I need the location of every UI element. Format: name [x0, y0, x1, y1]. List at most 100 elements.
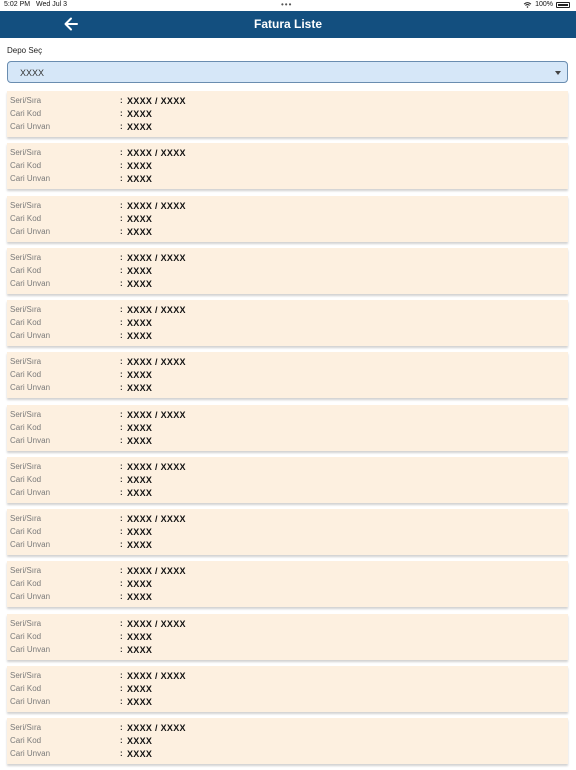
depo-select-value: XXXX	[20, 68, 45, 78]
field-separator: :	[120, 357, 123, 367]
field-separator: :	[120, 514, 123, 523]
invoice-card[interactable]: Seri/Sıra: XXXX / XXXX Cari Kod: XXXX Cari U…	[7, 300, 568, 346]
field-label: Cari Kod	[10, 474, 42, 484]
invoice-card[interactable]: Seri/Sıra: XXXX / XXXX Cari Kod: XXXX Cari U…	[7, 665, 568, 712]
invoice-row-cari-unvan: Cari Unvan: XXXX	[10, 331, 560, 343]
field-value: XXXX / XXXX	[127, 514, 186, 524]
invoice-card[interactable]: Seri/Sıra: XXXX / XXXX Cari Kod: XXXX Cari U…	[7, 718, 568, 764]
field-value: XXXX	[127, 736, 153, 746]
field-separator: :	[120, 200, 123, 210]
invoice-row-seri-sira: Seri/Sıra: XXXX / XXXX	[10, 566, 560, 578]
field-separator: :	[120, 226, 123, 236]
invoice-row-cari-unvan: Cari Unvan: XXXX	[10, 697, 560, 709]
field-separator: :	[120, 540, 123, 549]
invoice-row-cari-unvan: Cari Unvan: XXXX	[10, 749, 560, 761]
field-label: Seri/Sıra	[10, 461, 42, 471]
field-value: XXXX / XXXX	[127, 723, 186, 733]
status-bar: 5:02 PM Wed Jul 3 ••• 100%	[0, 0, 576, 11]
invoice-row-seri-sira: Seri/Sıra: XXXX / XXXX	[10, 96, 560, 108]
field-label: Cari Kod	[10, 109, 42, 118]
invoice-card[interactable]: Seri/Sıra: XXXX / XXXX Cari Kod: XXXX Cari U…	[7, 613, 568, 660]
field-separator: :	[120, 383, 123, 393]
field-separator: :	[120, 487, 123, 497]
invoice-row-cari-unvan: Cari Unvan: XXXX	[10, 122, 560, 134]
field-separator: :	[120, 370, 123, 380]
field-label: Seri/Sıra	[10, 200, 42, 210]
field-separator: :	[120, 461, 123, 471]
invoice-row-cari-kod: Cari Kod: XXXX	[10, 161, 560, 173]
battery-icon	[556, 1, 570, 8]
invoice-card[interactable]: Seri/Sıra: XXXX / XXXX Cari Kod: XXXX Cari U…	[7, 91, 568, 137]
field-separator: :	[120, 252, 123, 262]
field-label: Cari Unvan	[10, 174, 51, 184]
invoice-row-cari-kod: Cari Kod: XXXX	[10, 632, 560, 644]
field-label: Seri/Sıra	[10, 514, 42, 523]
field-separator: :	[120, 618, 123, 628]
multitasking-dots-icon[interactable]: •••	[281, 0, 292, 9]
depo-label: Depo Seç	[7, 46, 43, 55]
invoice-row-cari-kod: Cari Kod: XXXX	[10, 579, 560, 591]
field-value: XXXX	[127, 527, 153, 537]
app-bar: Fatura Liste	[0, 11, 576, 38]
field-label: Cari Unvan	[10, 540, 51, 549]
field-label: Cari Unvan	[10, 331, 51, 340]
field-value: XXXX	[127, 474, 153, 485]
field-label: Cari Unvan	[10, 122, 51, 131]
field-separator: :	[120, 96, 123, 105]
field-separator: :	[120, 696, 123, 706]
invoice-row-seri-sira: Seri/Sıra: XXXX / XXXX	[10, 723, 560, 735]
field-value: XXXX / XXXX	[127, 305, 186, 315]
invoice-card[interactable]: Seri/Sıra: XXXX / XXXX Cari Kod: XXXX Cari U…	[7, 195, 568, 242]
field-value: XXXX / XXXX	[127, 96, 186, 106]
invoice-row-seri-sira: Seri/Sıra: XXXX / XXXX	[10, 148, 560, 160]
field-label: Cari Kod	[10, 736, 42, 745]
field-separator: :	[120, 213, 123, 223]
invoice-row-cari-kod: Cari Kod: XXXX	[10, 318, 560, 330]
invoice-row-seri-sira: Seri/Sıra: XXXX / XXXX	[10, 514, 560, 526]
field-label: Cari Kod	[10, 422, 42, 432]
field-value: XXXX	[127, 592, 153, 603]
invoice-card[interactable]: Seri/Sıra: XXXX / XXXX Cari Kod: XXXX Cari U…	[7, 456, 568, 503]
field-value: XXXX / XXXX	[127, 357, 186, 368]
field-separator: :	[120, 422, 123, 432]
invoice-row-cari-kod: Cari Kod: XXXX	[10, 475, 560, 487]
invoice-card[interactable]: Seri/Sıra: XXXX / XXXX Cari Kod: XXXX Cari U…	[7, 509, 568, 555]
invoice-row-cari-unvan: Cari Unvan: XXXX	[10, 227, 560, 239]
field-separator: :	[120, 736, 123, 745]
invoice-card[interactable]: Seri/Sıra: XXXX / XXXX Cari Kod: XXXX Cari U…	[7, 352, 568, 399]
field-separator: :	[120, 318, 123, 327]
invoice-row-seri-sira: Seri/Sıra: XXXX / XXXX	[10, 671, 560, 683]
field-value: XXXX / XXXX	[127, 252, 186, 263]
invoice-card[interactable]: Seri/Sıra: XXXX / XXXX Cari Kod: XXXX Cari U…	[7, 143, 568, 190]
invoice-row-seri-sira: Seri/Sıra: XXXX / XXXX	[10, 201, 560, 213]
field-value: XXXX	[127, 540, 153, 550]
field-value: XXXX / XXXX	[127, 409, 186, 420]
invoice-card[interactable]: Seri/Sıra: XXXX / XXXX Cari Kod: XXXX Cari U…	[7, 247, 568, 294]
field-value: XXXX	[127, 265, 153, 276]
invoice-row-cari-kod: Cari Kod: XXXX	[10, 266, 560, 278]
field-label: Cari Kod	[10, 579, 42, 589]
field-separator: :	[120, 148, 123, 158]
field-label: Cari Unvan	[10, 487, 51, 497]
field-value: XXXX / XXXX	[127, 148, 186, 159]
depo-select[interactable]: XXXX	[7, 61, 568, 83]
field-value: XXXX / XXXX	[127, 670, 186, 681]
field-value: XXXX	[127, 683, 153, 694]
field-value: XXXX / XXXX	[127, 200, 186, 211]
field-label: Cari Kod	[10, 265, 42, 275]
field-label: Seri/Sıra	[10, 409, 42, 419]
invoice-row-cari-unvan: Cari Unvan: XXXX	[10, 592, 560, 604]
invoice-row-cari-kod: Cari Kod: XXXX	[10, 214, 560, 226]
invoice-row-seri-sira: Seri/Sıra: XXXX / XXXX	[10, 410, 560, 422]
invoice-card[interactable]: Seri/Sıra: XXXX / XXXX Cari Kod: XXXX Cari U…	[7, 404, 568, 451]
field-separator: :	[120, 278, 123, 288]
field-label: Cari Unvan	[10, 278, 51, 288]
field-value: XXXX	[127, 370, 153, 381]
field-value: XXXX	[127, 278, 153, 289]
field-separator: :	[120, 723, 123, 732]
field-separator: :	[120, 644, 123, 654]
field-label: Seri/Sıra	[10, 566, 42, 576]
field-label: Cari Unvan	[10, 749, 51, 758]
field-label: Cari Kod	[10, 370, 42, 380]
invoice-card[interactable]: Seri/Sıra: XXXX / XXXX Cari Kod: XXXX Cari U…	[7, 561, 568, 608]
